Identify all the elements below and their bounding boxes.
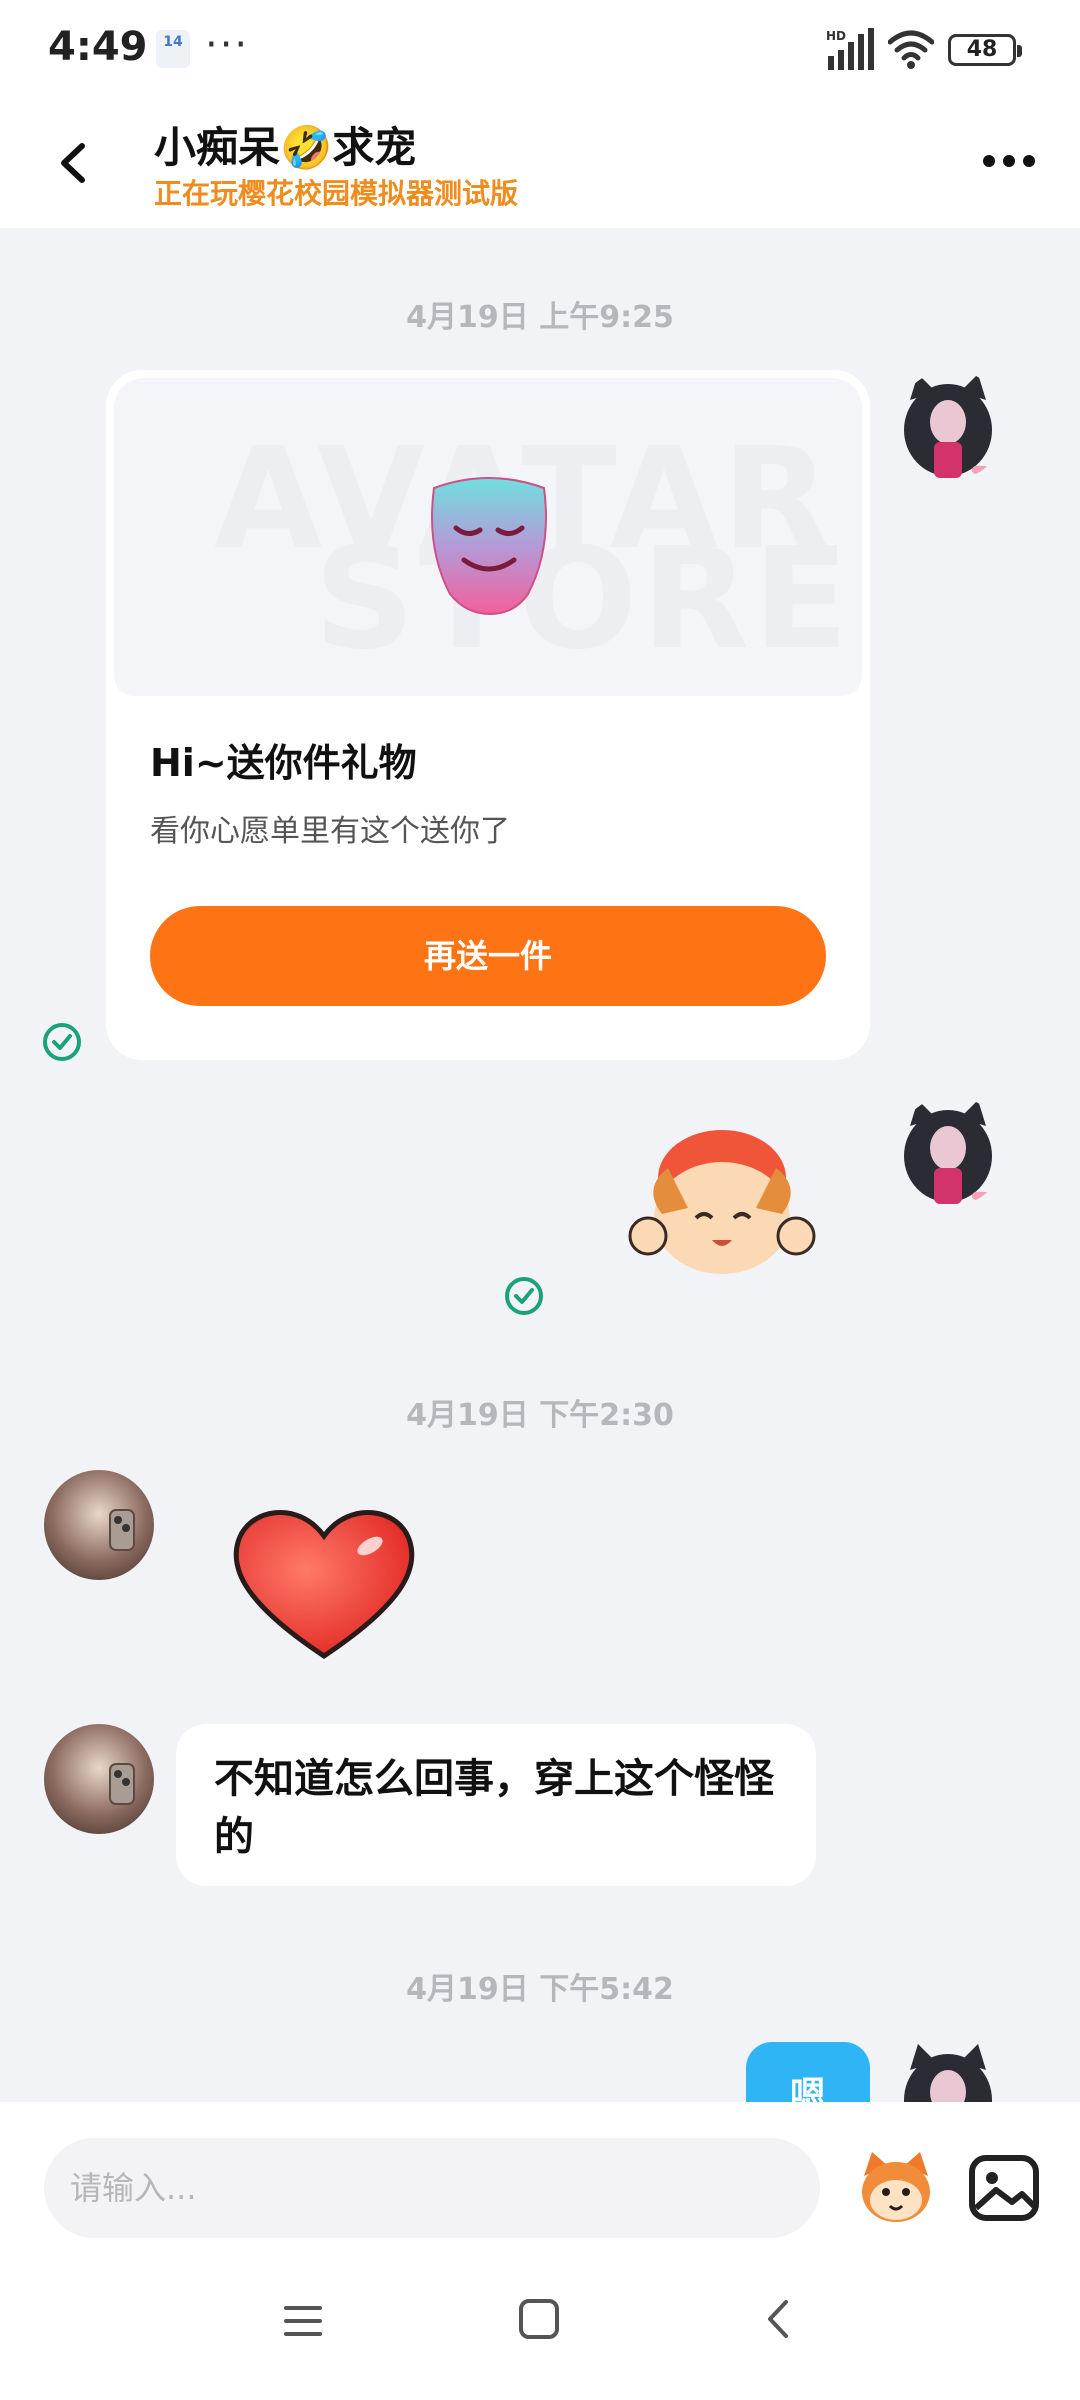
more-notifications-icon: ··· bbox=[205, 22, 250, 68]
more-options-button[interactable] bbox=[974, 136, 1044, 186]
send-another-gift-button[interactable]: 再送一件 bbox=[150, 906, 826, 1006]
signal-icon: HD bbox=[826, 28, 874, 70]
message-timestamp: 4月19日 下午5:42 bbox=[406, 1972, 674, 2007]
battery-icon: 48 bbox=[948, 34, 1022, 66]
chat-header: 小痴呆🤣求宠 正在玩樱花校园模拟器测试版 bbox=[0, 100, 1080, 228]
cat-character-avatar-icon bbox=[904, 374, 1001, 480]
calendar-notification-icon: 14 bbox=[156, 30, 190, 68]
system-navigation-bar bbox=[0, 2252, 1080, 2400]
user-photo-avatar bbox=[109, 1763, 135, 1805]
chat-title: 小痴呆🤣求宠 bbox=[154, 123, 417, 172]
sticker-button[interactable] bbox=[854, 2146, 938, 2230]
text-message-bubble[interactable]: 不知道怎么回事，穿上这个怪怪的 bbox=[176, 1724, 816, 1886]
gift-description: 看你心愿单里有这个送你了 bbox=[150, 814, 510, 849]
wifi-icon bbox=[888, 30, 934, 69]
cat-character-avatar-icon bbox=[904, 2044, 992, 2102]
message-timestamp: 4月19日 下午2:30 bbox=[406, 1398, 674, 1433]
delivered-check-icon bbox=[505, 1277, 543, 1315]
sticker-message[interactable] bbox=[618, 1118, 828, 1288]
status-bar: 4:49 14 ··· HD 48 bbox=[0, 0, 1080, 100]
message-input-bar bbox=[0, 2102, 1080, 2252]
status-time: 4:49 bbox=[48, 24, 148, 70]
message-input[interactable] bbox=[44, 2138, 820, 2238]
heart-sticker-message[interactable] bbox=[226, 1500, 422, 1664]
image-icon[interactable] bbox=[966, 2150, 1042, 2226]
delivered-check-icon bbox=[43, 1023, 81, 1061]
system-back-button[interactable] bbox=[754, 2294, 804, 2344]
watermark-text: STORE bbox=[314, 518, 853, 681]
hd-label: HD bbox=[826, 29, 846, 43]
gift-preview: AVATAR STORE bbox=[114, 378, 862, 696]
message-timestamp: 4月19日 上午9:25 bbox=[406, 300, 674, 335]
avatar[interactable] bbox=[896, 2040, 1006, 2102]
avatar[interactable] bbox=[896, 370, 1006, 480]
recent-apps-button[interactable] bbox=[278, 2296, 328, 2346]
back-button[interactable] bbox=[44, 128, 104, 198]
gift-mask-icon bbox=[431, 477, 547, 616]
home-button[interactable] bbox=[514, 2294, 564, 2344]
user-photo-avatar bbox=[109, 1509, 135, 1551]
chat-status-subtitle: 正在玩樱花校园模拟器测试版 bbox=[154, 177, 519, 210]
gift-message-card[interactable]: AVATAR STORE Hi~送你件礼物 看你心愿单里有这个送你了 再送一件 bbox=[106, 370, 870, 1060]
cat-character-avatar-icon bbox=[904, 1100, 1001, 1206]
avatar[interactable] bbox=[896, 1096, 1006, 1206]
gift-title: Hi~送你件礼物 bbox=[150, 741, 417, 785]
avatar[interactable] bbox=[44, 1470, 154, 1580]
avatar[interactable] bbox=[44, 1724, 154, 1834]
